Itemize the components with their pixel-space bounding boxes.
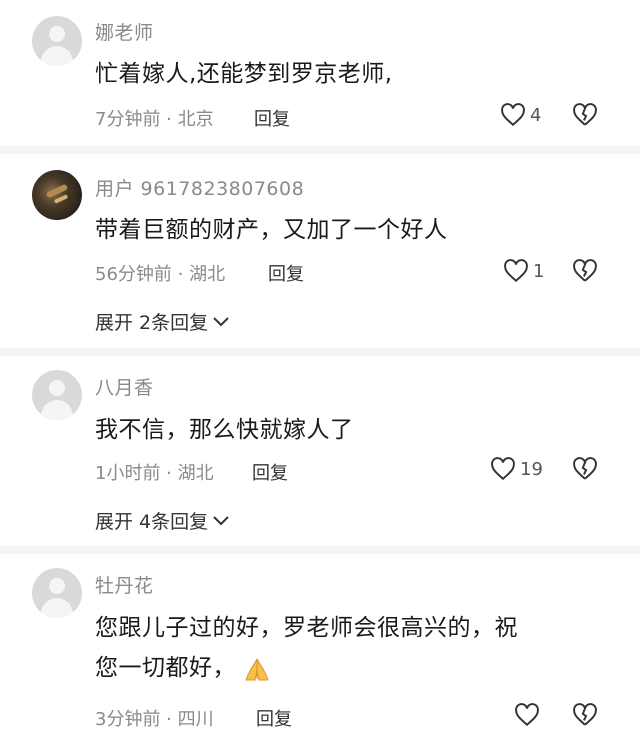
like-count: 1 bbox=[533, 260, 545, 282]
username[interactable]: 娜老师 bbox=[95, 18, 154, 45]
avatar-body-shape bbox=[41, 400, 73, 420]
username[interactable]: 八月香 bbox=[95, 373, 154, 400]
comment-text: 忙着嫁人,还能梦到罗京老师, bbox=[95, 61, 393, 87]
avatar[interactable] bbox=[32, 16, 82, 66]
reply-button[interactable]: 回复 bbox=[254, 105, 290, 131]
like-button[interactable]: 1 bbox=[503, 259, 544, 283]
avatar-body-shape bbox=[41, 46, 73, 66]
separator bbox=[0, 546, 640, 554]
comment-meta: 7分钟前 · 北京 bbox=[95, 109, 214, 130]
comment-text-line: 您一切都好， bbox=[95, 648, 605, 688]
dislike-button[interactable] bbox=[572, 703, 598, 731]
comment-text: 我不信，那么快就嫁人了 bbox=[95, 417, 354, 443]
reply-button[interactable]: 回复 bbox=[268, 260, 304, 286]
comment-text-line: 您跟儿子过的好，罗老师会很高兴的，祝 bbox=[95, 615, 518, 641]
like-button[interactable]: 19 bbox=[490, 457, 543, 481]
expand-replies-label: 展开 2条回复 bbox=[95, 312, 209, 334]
broken-heart-icon bbox=[573, 259, 597, 282]
heart-icon bbox=[504, 259, 528, 283]
comment-meta: 56分钟前 · 湖北 bbox=[95, 264, 226, 285]
chevron-down-icon bbox=[213, 515, 229, 525]
like-button[interactable]: 4 bbox=[500, 103, 541, 127]
comment-meta: 1小时前 · 湖北 bbox=[95, 463, 214, 484]
like-count: 4 bbox=[530, 104, 542, 126]
expand-replies-button[interactable]: 展开 2条回复 bbox=[95, 308, 230, 335]
avatar-head-shape bbox=[49, 578, 65, 594]
heart-icon bbox=[501, 103, 525, 127]
broken-heart-icon bbox=[573, 457, 597, 480]
comment-text: 带着巨额的财产，又加了一个好人 bbox=[95, 217, 448, 243]
avatar[interactable] bbox=[32, 170, 82, 220]
like-button[interactable] bbox=[514, 703, 544, 727]
avatar-head-shape bbox=[49, 380, 65, 396]
comment-text: 您跟儿子过的好，罗老师会很高兴的，祝 您一切都好， bbox=[95, 608, 605, 688]
separator bbox=[0, 146, 640, 154]
avatar[interactable] bbox=[32, 568, 82, 618]
broken-heart-icon bbox=[573, 703, 597, 726]
dislike-button[interactable] bbox=[572, 457, 598, 485]
avatar-photo-detail bbox=[53, 194, 69, 204]
reply-button[interactable]: 回复 bbox=[252, 459, 288, 485]
folded-hands-icon bbox=[245, 658, 269, 680]
separator bbox=[0, 348, 640, 356]
expand-replies-label: 展开 4条回复 bbox=[95, 511, 209, 533]
expand-replies-button[interactable]: 展开 4条回复 bbox=[95, 507, 230, 534]
avatar[interactable] bbox=[32, 370, 82, 420]
avatar-body-shape bbox=[41, 598, 73, 618]
heart-icon bbox=[491, 457, 515, 481]
username[interactable]: 用户 9617823807608 bbox=[95, 174, 304, 201]
chevron-down-icon bbox=[213, 316, 229, 326]
like-count: 19 bbox=[520, 458, 543, 480]
avatar-head-shape bbox=[49, 26, 65, 42]
comment-text-fragment: 您一切都好， bbox=[95, 655, 236, 681]
username[interactable]: 牡丹花 bbox=[95, 571, 154, 598]
comment-meta: 3分钟前 · 四川 bbox=[95, 709, 214, 730]
reply-button[interactable]: 回复 bbox=[256, 705, 292, 731]
heart-icon bbox=[515, 703, 539, 727]
dislike-button[interactable] bbox=[572, 259, 598, 287]
dislike-button[interactable] bbox=[572, 103, 598, 131]
broken-heart-icon bbox=[573, 103, 597, 126]
